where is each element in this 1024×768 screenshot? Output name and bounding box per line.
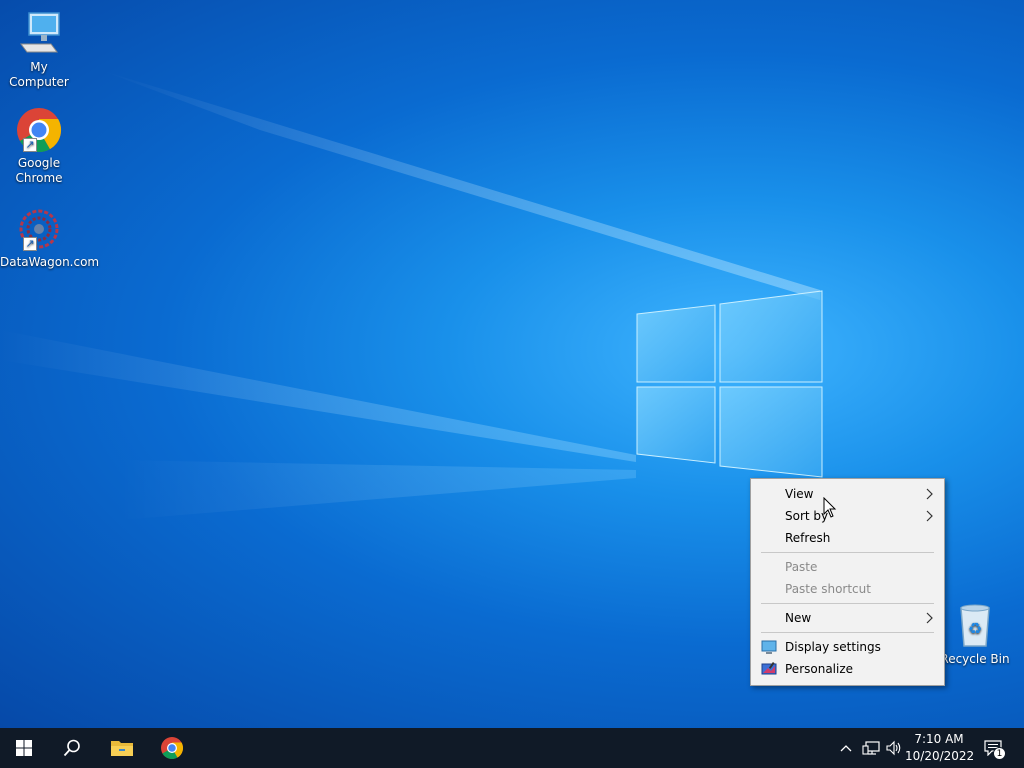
menu-separator	[761, 552, 934, 553]
computer-icon	[15, 10, 63, 58]
menu-item-label: Sort by	[785, 509, 829, 523]
personalize-icon	[761, 661, 777, 675]
desktop-icon-recycle-bin[interactable]: ♻ Recycle Bin	[936, 602, 1014, 667]
desktop-icon-label: Google Chrome	[15, 156, 63, 185]
shortcut-arrow-icon: ↗	[23, 138, 37, 152]
menu-separator	[761, 603, 934, 604]
desktop-icon-label: DataWagon.com	[0, 255, 100, 269]
menu-item-label: Refresh	[785, 531, 831, 545]
menu-item-view[interactable]: View	[751, 483, 944, 505]
menu-item-label: Paste shortcut	[785, 582, 871, 596]
start-icon	[16, 740, 32, 756]
menu-item-new[interactable]: New	[751, 607, 944, 629]
recycle-bin-icon: ♻	[951, 602, 999, 650]
taskbar: 7:10 AM 10/20/2022	[0, 728, 1024, 768]
desktop-icon-label: Recycle Bin	[940, 652, 1010, 666]
shortcut-arrow-icon: ↗	[23, 237, 37, 251]
menu-item-sort-by[interactable]: Sort by	[751, 505, 944, 527]
chrome-icon: ↗	[15, 106, 63, 154]
chevron-right-icon	[926, 612, 933, 624]
datawagon-icon: ↗	[15, 205, 63, 253]
chevron-right-icon	[926, 488, 933, 500]
chevron-up-icon	[840, 745, 852, 752]
file-explorer-button[interactable]	[98, 728, 146, 768]
menu-item-refresh[interactable]: Refresh	[751, 527, 944, 549]
file-explorer-icon	[111, 741, 133, 756]
menu-item-paste: Paste	[751, 556, 944, 578]
menu-item-label: Personalize	[785, 662, 854, 676]
menu-item-label: New	[785, 611, 812, 625]
chevron-right-icon	[926, 510, 933, 522]
desktop-icon-label: My Computer	[9, 60, 69, 89]
search-icon	[63, 739, 80, 757]
show-hidden-icons-button[interactable]	[836, 738, 856, 758]
display-settings-icon	[761, 640, 777, 654]
volume-button[interactable]	[884, 738, 904, 758]
desktop-context-menu: View Sort by Refresh Paste Paste shortcu…	[750, 478, 945, 686]
menu-item-paste-shortcut: Paste shortcut	[751, 578, 944, 600]
menu-item-personalize[interactable]: Personalize	[751, 658, 944, 680]
desktop-icon-datawagon[interactable]: ↗ DataWagon.com	[0, 205, 99, 270]
mouse-cursor-icon	[823, 497, 837, 518]
menu-item-label: Display settings	[785, 640, 881, 654]
chrome-taskbar-button[interactable]	[148, 728, 196, 768]
start-button[interactable]	[0, 728, 48, 768]
menu-separator	[761, 632, 934, 633]
volume-icon	[886, 740, 901, 756]
menu-item-display-settings[interactable]: Display settings	[751, 636, 944, 658]
search-button[interactable]	[48, 728, 96, 768]
menu-item-label: Paste	[785, 560, 818, 574]
clock[interactable]: 7:10 AM 10/20/2022	[905, 731, 975, 765]
notification-count-badge: 1	[993, 747, 1006, 760]
clock-time: 7:10 AM	[914, 732, 964, 746]
network-icon	[862, 741, 880, 755]
menu-item-label: View	[785, 487, 814, 501]
desktop-icon-my-computer[interactable]: My Computer	[0, 10, 78, 90]
svg-text:♻: ♻	[968, 619, 982, 638]
desktop-icon-google-chrome[interactable]: ↗ Google Chrome	[0, 106, 78, 186]
network-button[interactable]	[861, 738, 881, 758]
clock-date: 10/20/2022	[905, 749, 975, 763]
chrome-icon	[161, 737, 184, 760]
